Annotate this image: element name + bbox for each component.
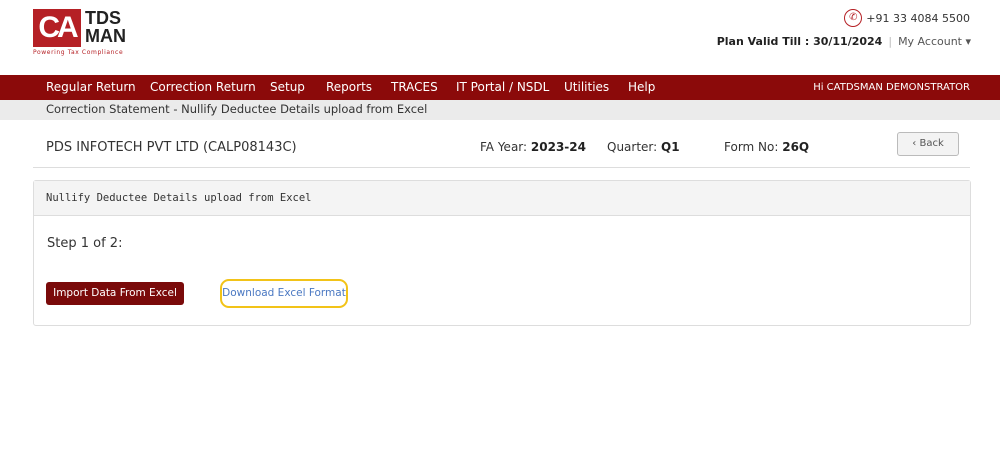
import-data-button[interactable]: Import Data From Excel — [46, 282, 184, 305]
my-account-dropdown[interactable]: My Account ▾ — [898, 35, 971, 48]
main-nav: Regular Return Correction Return Setup R… — [0, 75, 1000, 100]
breadcrumb: Correction Statement - Nullify Deductee … — [0, 100, 1000, 120]
quarter: Quarter: Q1 — [607, 140, 680, 154]
quarter-label: Quarter: — [607, 140, 658, 154]
fa-year-label: FA Year: — [480, 140, 528, 154]
nav-reports[interactable]: Reports — [326, 80, 372, 94]
plan-info: Plan Valid Till : 30/11/2024 | My Account … — [717, 35, 971, 48]
phone-number: +91 33 4084 5500 — [866, 11, 970, 25]
back-button[interactable]: ‹ Back — [897, 132, 959, 156]
separator: | — [888, 35, 893, 48]
upload-panel: Nullify Deductee Details upload from Exc… — [33, 180, 971, 326]
fa-year: FA Year: 2023-24 — [480, 140, 586, 154]
user-greeting: Hi CATDSMAN DEMONSTRATOR — [813, 82, 970, 93]
logo[interactable]: CA TDS MAN Powering Tax Compliance — [33, 8, 133, 56]
logo-tagline: Powering Tax Compliance — [33, 49, 124, 56]
nav-it-portal[interactable]: IT Portal / NSDL — [456, 80, 549, 94]
plan-valid: Plan Valid Till : 30/11/2024 — [716, 35, 883, 48]
nav-traces[interactable]: TRACES — [391, 80, 438, 94]
nav-correction-return[interactable]: Correction Return — [150, 80, 256, 94]
nav-utilities[interactable]: Utilities — [564, 80, 609, 94]
download-excel-format-link[interactable]: Download Excel Format — [220, 279, 348, 308]
phone-contact: ✆ +91 33 4084 5500 — [844, 9, 970, 27]
nav-help[interactable]: Help — [628, 80, 655, 94]
back-label: Back — [919, 138, 944, 149]
nav-regular-return[interactable]: Regular Return — [46, 80, 136, 94]
phone-icon: ✆ — [844, 9, 863, 27]
step-indicator: Step 1 of 2: — [47, 236, 123, 251]
company-name: PDS INFOTECH PVT LTD (CALP08143C) — [46, 140, 297, 155]
divider — [33, 167, 970, 168]
form-no-value: 26Q — [782, 140, 810, 154]
form-no: Form No: 26Q — [724, 140, 809, 154]
nav-setup[interactable]: Setup — [270, 80, 305, 94]
form-no-label: Form No: — [724, 140, 779, 154]
logo-text: TDS MAN — [85, 8, 126, 46]
fa-year-value: 2023-24 — [530, 140, 586, 154]
panel-title: Nullify Deductee Details upload from Exc… — [34, 181, 970, 216]
logo-mark: CA — [33, 9, 81, 47]
breadcrumb-text: Correction Statement - Nullify Deductee … — [46, 102, 428, 116]
quarter-value: Q1 — [661, 140, 680, 154]
